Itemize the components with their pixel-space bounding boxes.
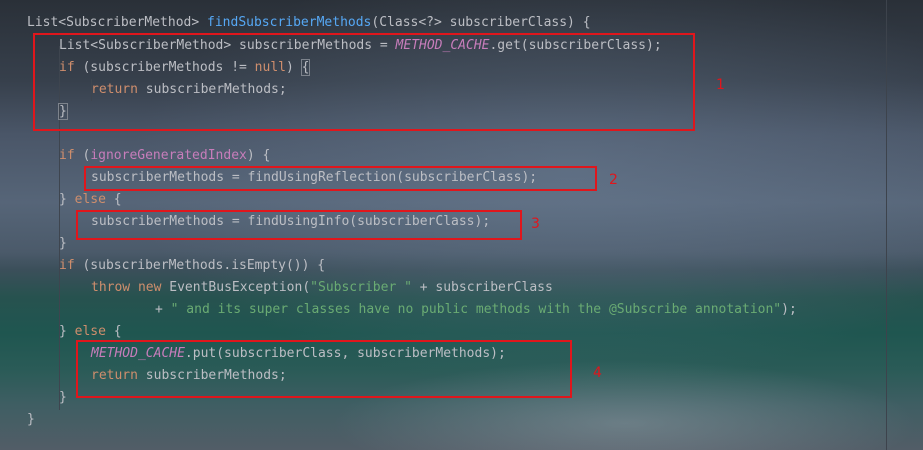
code-line-12[interactable]: throw new EventBusException("Subscriber … (91, 277, 553, 299)
field-token: ignoreGeneratedIndex (90, 148, 247, 163)
code-token: } (59, 324, 75, 339)
code-line-18[interactable]: } (27, 409, 35, 431)
code-token: } (59, 390, 67, 405)
method-name: findSubscriberMethods (207, 15, 372, 30)
keyword-token: if (59, 148, 75, 163)
code-line-11[interactable]: if (subscriberMethods.isEmpty()) { (59, 255, 325, 277)
keyword-token: if (59, 258, 75, 273)
code-token: List<SubscriberMethod> (27, 15, 208, 30)
code-token: EventBusException( (161, 280, 311, 295)
code-line-17[interactable]: } (59, 387, 67, 409)
annotation-box-3 (76, 210, 522, 240)
keyword-token: new (137, 280, 162, 295)
code-token: + subscriberClass (411, 280, 553, 295)
annotation-label-2: 2 (609, 172, 618, 188)
right-margin-guide (886, 0, 887, 450)
keyword-token: else (74, 192, 106, 207)
code-token: { (105, 324, 122, 339)
code-token: ) { (246, 148, 271, 163)
code-token: ( (74, 148, 91, 163)
code-token: (Class<?> subscriberClass) { (371, 15, 591, 30)
annotation-box-4 (76, 340, 572, 398)
annotation-label-1: 1 (716, 77, 725, 93)
code-line-8[interactable]: } else { (59, 189, 122, 211)
code-token: ); (781, 302, 797, 317)
code-token: (subscriberMethods.isEmpty()) { (74, 258, 326, 273)
code-token: + (155, 302, 171, 317)
keyword-token: else (74, 324, 106, 339)
string-token: "Subscriber " (310, 280, 412, 295)
code-line-6[interactable]: if (ignoreGeneratedIndex) { (59, 145, 270, 167)
annotation-box-1 (33, 33, 695, 131)
code-token: } (59, 236, 67, 251)
code-token: } (27, 412, 35, 427)
keyword-token: throw (91, 280, 131, 295)
code-line-10[interactable]: } (59, 233, 67, 255)
string-token: " and its super classes have no public m… (170, 302, 782, 317)
annotation-label-4: 4 (593, 365, 602, 381)
annotation-box-2 (84, 166, 597, 191)
code-line-13[interactable]: + " and its super classes have no public… (155, 299, 797, 321)
code-token: } (59, 192, 75, 207)
code-line-1[interactable]: List<SubscriberMethod> findSubscriberMet… (27, 12, 591, 34)
code-token: { (105, 192, 122, 207)
annotation-label-3: 3 (531, 216, 540, 232)
